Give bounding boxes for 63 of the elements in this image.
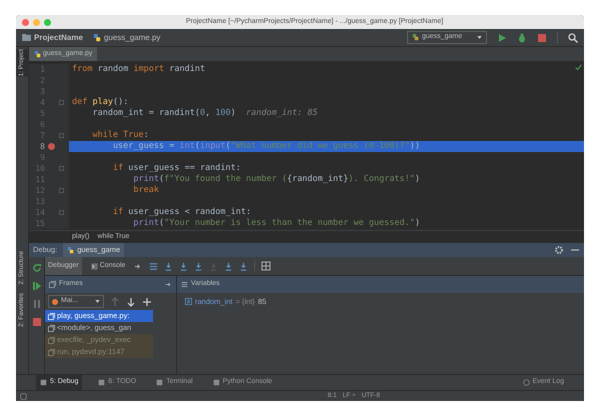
grid-icon[interactable] [261, 261, 272, 271]
check-icon [575, 64, 582, 71]
python-file-icon [92, 34, 101, 42]
code-line: if user_guess < random_int: [112, 206, 252, 218]
code-line: print("Your number is less than the number we guessed.") [132, 217, 420, 230]
caret-icon [95, 300, 100, 303]
caret-icon [477, 36, 482, 39]
tool-icon [98, 379, 106, 386]
zoom-button[interactable] [44, 18, 51, 26]
fold-marker-icon[interactable] [58, 133, 64, 138]
pause-icon[interactable] [32, 299, 42, 309]
stop-icon[interactable] [32, 317, 42, 327]
fold-marker-icon[interactable] [58, 100, 64, 105]
menu-icon[interactable] [149, 262, 158, 270]
python-file-icon [412, 34, 419, 41]
step-into-my-code-icon[interactable] [194, 262, 204, 270]
code-line: from random import randint [71, 63, 206, 76]
code-line: while True: [91, 129, 149, 142]
up-arrow-icon[interactable] [110, 296, 120, 306]
tool-icon [156, 379, 164, 386]
code-line: print(f"You found the number ({random_int}). Congrats!") [132, 173, 420, 186]
frame-icon [48, 324, 55, 332]
breakpoint-icon[interactable] [48, 143, 54, 150]
resume-icon[interactable] [32, 281, 42, 291]
run-icon[interactable] [497, 32, 507, 42]
fold-marker-icon[interactable] [58, 166, 64, 171]
frame-icon [48, 348, 55, 356]
close-button[interactable] [22, 18, 29, 26]
folder-icon [22, 34, 31, 41]
step-into-icon[interactable] [179, 262, 188, 270]
bug-icon[interactable] [517, 32, 527, 42]
step-over-icon[interactable] [164, 262, 174, 270]
add-icon[interactable] [142, 296, 152, 306]
project-breadcrumb[interactable]: ProjectName [34, 32, 83, 44]
frame-icon [48, 312, 55, 320]
status-icon [20, 392, 27, 400]
fold-marker-icon[interactable] [58, 210, 64, 215]
tool-icon [212, 379, 220, 386]
code-line: def play(): [71, 96, 128, 108]
console-icon [90, 262, 98, 270]
step-out-icon[interactable] [224, 262, 234, 270]
python-file-icon [34, 50, 41, 58]
search-icon[interactable] [568, 32, 578, 42]
rerun-icon[interactable] [32, 263, 42, 273]
fold-marker-icon[interactable] [58, 188, 64, 193]
settings-icon[interactable] [554, 245, 564, 255]
frames-icon [49, 281, 56, 288]
down-arrow-icon[interactable] [126, 296, 136, 306]
tool-icon [40, 379, 47, 386]
line-number: 8 [39, 140, 45, 152]
stop-icon[interactable] [537, 32, 547, 42]
frame-icon [48, 336, 55, 344]
code-line: random_int = randint(0, 100) random_int: 85 [91, 107, 318, 120]
pin-icon[interactable] [165, 281, 172, 288]
event-log-icon [523, 379, 530, 386]
list-icon [181, 281, 188, 288]
code-line: break [132, 184, 159, 197]
code-line: user_guess = int(input("What number did we guess (0-100)?")) [112, 140, 420, 153]
variable-icon [185, 298, 192, 306]
run-to-cursor-icon[interactable] [239, 262, 248, 270]
code-line: if user_guess == randint: [112, 162, 241, 174]
python-file-icon [67, 246, 74, 254]
file-breadcrumb[interactable]: guess_game.py [104, 32, 160, 44]
